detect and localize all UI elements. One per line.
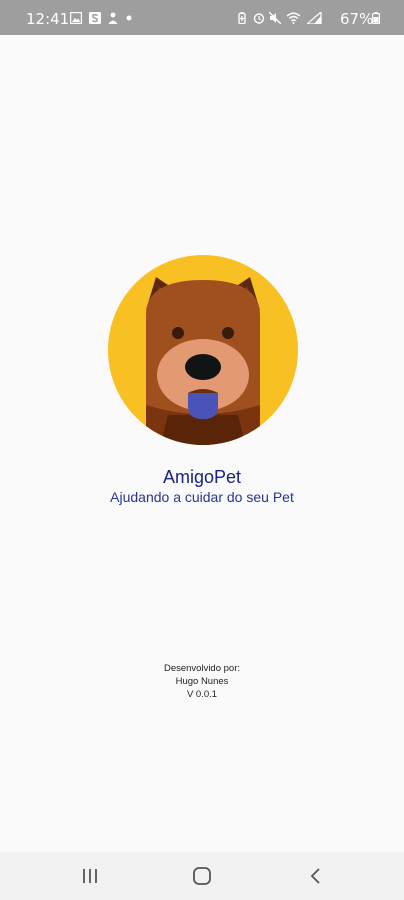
- home-icon: [193, 867, 211, 885]
- back-icon: [310, 868, 320, 884]
- signal-icon: [307, 12, 322, 24]
- status-time: 12:41: [26, 10, 70, 28]
- app-logo: [108, 255, 298, 445]
- bear-illustration: [146, 277, 260, 445]
- credits-label: Desenvolvido por:: [163, 663, 241, 674]
- credits-author: Hugo Nunes: [175, 676, 229, 687]
- app-tagline: Ajudando a cuidar do seu Pet: [110, 489, 294, 505]
- wifi-icon: [286, 12, 301, 24]
- battery-saver-icon: [238, 12, 246, 24]
- person-icon: [108, 12, 118, 24]
- gallery-icon: [70, 12, 82, 24]
- app-version: V 0.0.1: [186, 689, 218, 700]
- mute-icon: [269, 12, 281, 24]
- home-button[interactable]: [182, 862, 222, 890]
- status-bar: 12:41 67%: [0, 0, 404, 35]
- alarm-icon: [253, 13, 265, 24]
- app-name: AmigoPet: [162, 467, 242, 487]
- recent-apps-icon: [83, 869, 97, 883]
- s-app-icon: [89, 12, 101, 24]
- navigation-bar: [0, 852, 404, 900]
- battery-percentage: 67%: [340, 10, 374, 28]
- battery-icon: [372, 12, 380, 24]
- credits: Desenvolvido por: Hugo Nunes V 0.0.1: [0, 662, 404, 701]
- dot-icon: [126, 15, 132, 21]
- splash-screen: 12:41 67% AmigoPet Ajudando a cuidar do …: [0, 0, 404, 900]
- back-button[interactable]: [296, 862, 336, 890]
- recent-apps-button[interactable]: [70, 862, 110, 890]
